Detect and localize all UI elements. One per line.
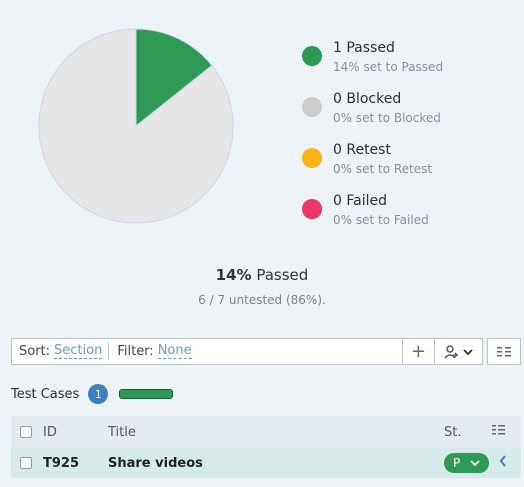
legend-title: 1 Passed xyxy=(333,40,395,56)
pie-legend: 1 Passed 14% set to Passed 0 Blocked 0% … xyxy=(302,40,512,244)
sort-filter-bar: Sort: Section Filter: None xyxy=(11,338,403,365)
legend-subtitle: 0% set to Blocked xyxy=(333,111,441,125)
row-checkbox[interactable] xyxy=(20,457,32,469)
assign-user-icon xyxy=(443,344,473,358)
status-pie-chart xyxy=(37,27,235,225)
divider xyxy=(108,343,110,360)
test-cases-table: ID Title St. T925 Share videos P xyxy=(11,416,521,478)
summary-untested: 6 / 7 untested (86%). xyxy=(198,293,326,307)
column-id-header[interactable]: ID xyxy=(43,425,57,440)
column-title-header[interactable]: Title xyxy=(108,425,136,440)
table-header: ID Title St. xyxy=(11,416,521,448)
summary-passed-label: Passed xyxy=(256,266,309,284)
legend-title: 0 Failed xyxy=(333,193,387,209)
legend-dot-passed xyxy=(302,46,322,66)
filter-value-link[interactable]: None xyxy=(157,344,192,359)
columns-icon xyxy=(497,346,512,356)
filter-label: Filter: xyxy=(117,344,154,359)
run-summary: 14% Passed 6 / 7 untested (86%). xyxy=(0,266,524,307)
legend-title: 0 Blocked xyxy=(333,91,402,107)
summary-percent: 14% xyxy=(215,266,252,284)
chevron-left-icon[interactable] xyxy=(499,455,507,471)
legend-subtitle: 0% set to Retest xyxy=(333,162,433,176)
test-cases-header: Test Cases 1 xyxy=(11,384,174,404)
column-options-icon[interactable] xyxy=(492,424,505,440)
legend-dot-blocked xyxy=(302,97,322,117)
columns-button[interactable] xyxy=(487,338,521,365)
table-row[interactable]: T925 Share videos P xyxy=(11,448,521,478)
assign-dropdown-button[interactable] xyxy=(434,338,484,365)
plus-icon: + xyxy=(410,341,426,362)
case-id[interactable]: T925 xyxy=(43,456,79,471)
legend-dot-retest xyxy=(302,148,322,168)
test-cases-title: Test Cases xyxy=(11,386,80,402)
test-cases-progress-bar xyxy=(119,389,174,399)
legend-dot-failed xyxy=(302,199,322,219)
sort-label: Sort: xyxy=(19,344,51,359)
legend-item-blocked: 0 Blocked 0% set to Blocked xyxy=(302,91,512,142)
add-button[interactable]: + xyxy=(403,338,435,365)
legend-item-failed: 0 Failed 0% set to Failed xyxy=(302,193,512,244)
sort-value-link[interactable]: Section xyxy=(54,344,103,359)
case-title[interactable]: Share videos xyxy=(108,456,203,471)
column-status-header[interactable]: St. xyxy=(444,425,461,440)
chevron-down-icon xyxy=(470,459,480,466)
status-dropdown[interactable]: P xyxy=(444,453,489,473)
cases-toolbar: Sort: Section Filter: None + xyxy=(11,338,521,365)
test-cases-count-badge: 1 xyxy=(88,384,109,404)
legend-item-passed: 1 Passed 14% set to Passed xyxy=(302,40,512,91)
legend-subtitle: 0% set to Failed xyxy=(333,213,429,227)
status-letter: P xyxy=(452,456,461,470)
pie-svg xyxy=(38,28,234,224)
summary-passed: 14% Passed xyxy=(0,266,524,284)
select-all-checkbox[interactable] xyxy=(20,426,32,438)
legend-title: 0 Retest xyxy=(333,142,391,158)
legend-item-retest: 0 Retest 0% set to Retest xyxy=(302,142,512,193)
legend-subtitle: 14% set to Passed xyxy=(333,60,444,74)
